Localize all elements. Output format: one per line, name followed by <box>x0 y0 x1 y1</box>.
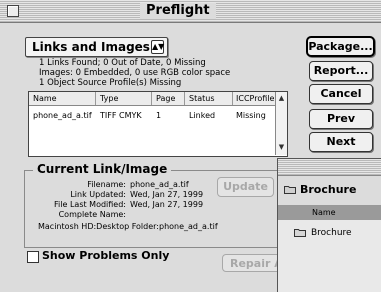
update-button[interactable]: Update <box>217 177 274 197</box>
brochure-window[interactable]: Brochure Name Brochure <box>277 158 381 292</box>
cancel-button[interactable]: Cancel <box>309 84 373 104</box>
brochure-column-header[interactable]: Name <box>278 206 381 220</box>
list-item[interactable]: Brochure <box>311 227 352 239</box>
cell-type: TIFF CMYK <box>100 111 142 120</box>
section-dropdown[interactable]: Links and Images ▲▼ <box>25 37 168 57</box>
filename-label: Filename: <box>87 180 126 189</box>
window-title: Preflight <box>140 3 216 19</box>
column-page[interactable]: Page <box>156 92 175 105</box>
list-scrollbar[interactable]: ▲ ▼ <box>275 92 287 155</box>
summary-profiles: 1 Object Source Profile(s) Missing <box>39 78 182 88</box>
link-updated-value: Wed, Jan 27, 1999 <box>130 190 204 199</box>
show-problems-label[interactable]: Show Problems Only <box>42 249 169 263</box>
brochure-title: Brochure <box>300 183 357 196</box>
table-row[interactable]: phone_ad_a.tif TIFF CMYK 1 Linked Missin… <box>29 107 275 123</box>
column-separator <box>232 92 233 105</box>
folder-icon <box>284 186 296 194</box>
column-separator <box>95 92 96 105</box>
folder-icon <box>294 229 306 237</box>
current-link-title: Current Link/Image <box>33 161 172 177</box>
complete-name-label: Complete Name: <box>58 210 126 219</box>
show-problems-checkbox[interactable] <box>27 251 39 263</box>
close-box-icon[interactable] <box>7 5 19 17</box>
column-separator <box>184 92 185 105</box>
brochure-title-bar[interactable] <box>278 159 381 176</box>
complete-path: Macintosh HD:Desktop Folder:phone_ad_a.t… <box>38 222 218 231</box>
next-button[interactable]: Next <box>309 132 373 152</box>
filename-value: phone_ad_a.tif <box>130 180 189 189</box>
column-status[interactable]: Status <box>189 92 215 105</box>
window-title-bar[interactable]: Preflight <box>0 0 381 23</box>
prev-button[interactable]: Prev <box>309 109 373 129</box>
cell-name: phone_ad_a.tif <box>33 111 92 120</box>
file-modified-label: File Last Modified: <box>54 200 126 209</box>
scroll-down-icon[interactable]: ▼ <box>277 143 286 152</box>
column-name[interactable]: Name <box>33 92 57 105</box>
report-button[interactable]: Report... <box>309 61 373 81</box>
scroll-up-icon[interactable]: ▲ <box>277 94 286 103</box>
package-button[interactable]: Package... <box>306 36 375 57</box>
brochure-column-name: Name <box>312 208 336 217</box>
cell-page: 1 <box>156 111 162 120</box>
brochure-header: Brochure <box>278 176 381 206</box>
links-list[interactable]: Name Type Page Status ICCProfile phone_a… <box>28 91 288 157</box>
popup-arrows-icon: ▲▼ <box>151 40 164 54</box>
list-header: Name Type Page Status ICCProfile <box>29 92 275 106</box>
dropdown-label: Links and Images <box>32 40 150 54</box>
column-separator <box>151 92 152 105</box>
cell-iccprofile: Missing <box>236 111 266 120</box>
column-iccprofile[interactable]: ICCProfile <box>236 92 274 105</box>
link-updated-label: Link Updated: <box>70 190 126 199</box>
cell-status: Linked <box>189 111 216 120</box>
file-modified-value: Wed, Jan 27, 1999 <box>130 200 204 209</box>
column-type[interactable]: Type <box>100 92 118 105</box>
